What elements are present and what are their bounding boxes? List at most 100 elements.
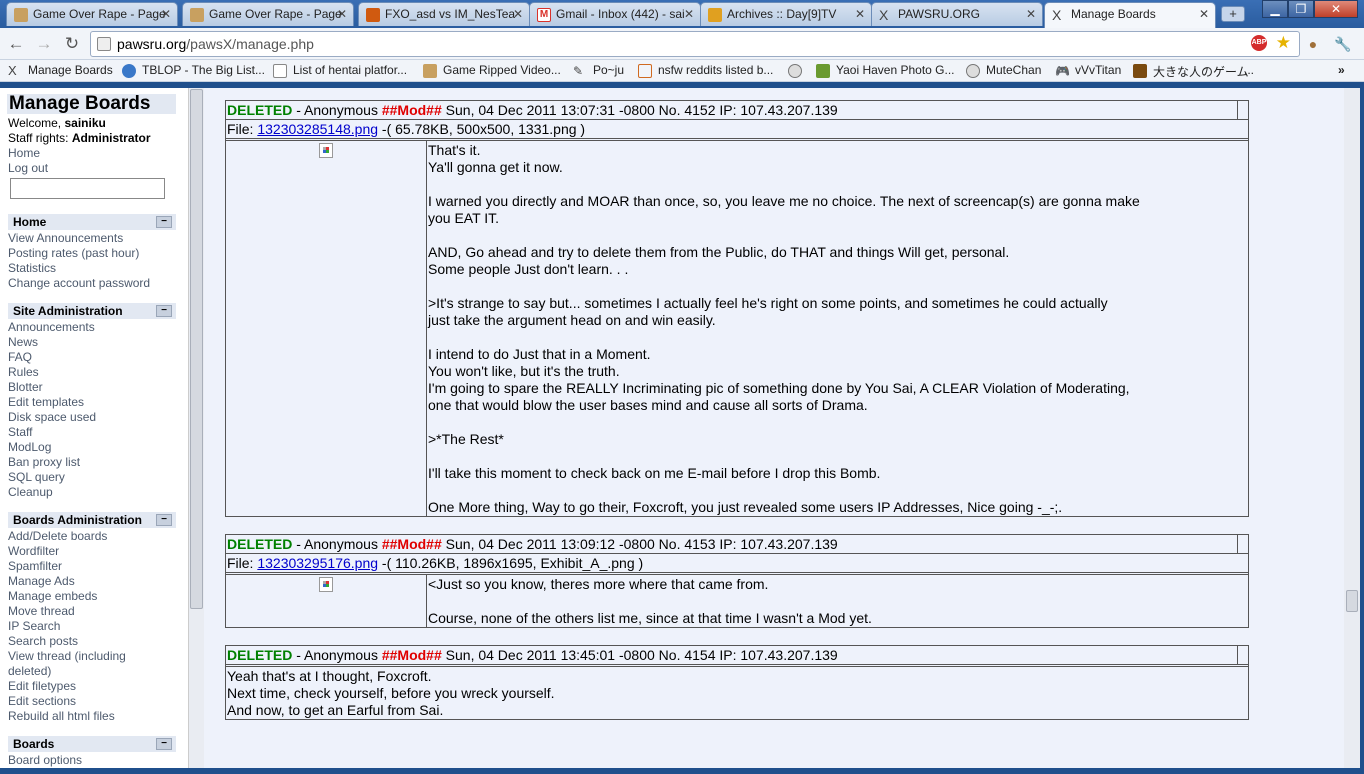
new-tab-button[interactable]: + — [1221, 6, 1245, 22]
staff-rights: Administrator — [71, 131, 151, 145]
adblock-icon[interactable]: ABP — [1251, 35, 1267, 51]
menu-link-search-posts[interactable]: Search posts — [8, 634, 78, 649]
bookmarks-chevron-icon[interactable]: » — [1338, 63, 1345, 77]
bookmark-vvvtitan[interactable]: 🎮 vVvTitan — [1055, 63, 1121, 78]
file-link[interactable]: 132303285148.png — [257, 121, 378, 137]
broken-image-icon[interactable] — [319, 143, 333, 158]
tab-pawsru[interactable]: X PAWSRU.ORG ✕ — [871, 2, 1043, 26]
menu-link-statistics[interactable]: Statistics — [8, 261, 56, 276]
gmail-icon: M — [537, 8, 551, 22]
menu-link-view-thread-deleted[interactable]: deleted) — [8, 664, 51, 679]
menu-link-rules[interactable]: Rules — [8, 365, 39, 380]
globe-icon — [122, 64, 136, 78]
menu-link-view-announcements[interactable]: View Announcements — [8, 231, 123, 246]
collapse-icon[interactable]: − — [156, 216, 172, 228]
page-icon — [273, 64, 287, 78]
section-site-administration[interactable]: Site Administration − — [8, 303, 176, 319]
logout-link[interactable]: Log out — [8, 161, 48, 176]
collapse-icon[interactable]: − — [156, 305, 172, 317]
collapse-icon[interactable]: − — [156, 738, 172, 750]
menu-link-spamfilter[interactable]: Spamfilter — [8, 559, 62, 574]
menu-scrollbar-thumb[interactable] — [190, 89, 203, 609]
bookmark-game-ripped[interactable]: Game Ripped Video... — [423, 63, 561, 78]
main-scrollbar[interactable] — [1344, 88, 1360, 768]
tab-close-icon[interactable]: ✕ — [1199, 7, 1209, 21]
tab-gmail[interactable]: M Gmail - Inbox (442) - sai ✕ — [529, 2, 701, 26]
menu-link-wordfilter[interactable]: Wordfilter — [8, 544, 59, 559]
menu-link-modlog[interactable]: ModLog — [8, 440, 51, 455]
menu-link-rebuild-html[interactable]: Rebuild all html files — [8, 709, 115, 724]
menu-link-add-delete-boards[interactable]: Add/Delete boards — [8, 529, 107, 544]
menu-link-sql-query[interactable]: SQL query — [8, 470, 65, 485]
bookmark-hentai-list[interactable]: List of hentai platfor... — [273, 63, 407, 78]
section-boards-administration[interactable]: Boards Administration − — [8, 512, 176, 528]
menu-link-edit-filetypes[interactable]: Edit filetypes — [8, 679, 76, 694]
menu-link-staff[interactable]: Staff — [8, 425, 32, 440]
menu-link-cleanup[interactable]: Cleanup — [8, 485, 53, 500]
tab-fxo-vs-im[interactable]: FXO_asd vs IM_NesTea ✕ — [358, 2, 530, 26]
menu-link-faq[interactable]: FAQ — [8, 350, 32, 365]
menu-link-edit-templates[interactable]: Edit templates — [8, 395, 84, 410]
tab-close-icon[interactable]: ✕ — [855, 7, 865, 21]
wrench-icon[interactable]: 🔧 — [1333, 34, 1353, 54]
section-home[interactable]: Home − — [8, 214, 176, 230]
broken-image-icon[interactable] — [319, 577, 333, 592]
menu-link-posting-rates[interactable]: Posting rates (past hour) — [8, 246, 139, 261]
menu-scrollbar[interactable] — [188, 88, 204, 768]
main-scrollbar-thumb[interactable] — [1346, 590, 1358, 612]
menu-link-news[interactable]: News — [8, 335, 38, 350]
address-bar[interactable]: pawsru.org/pawsX/manage.php ABP ★ — [90, 31, 1300, 57]
post-number[interactable]: No. 4152 — [659, 102, 716, 118]
minimize-button[interactable]: ▁ — [1262, 0, 1288, 18]
bookmark-nsfw-reddits[interactable]: nsfw reddits listed b... — [638, 63, 773, 78]
menu-link-ban-proxy[interactable]: Ban proxy list — [8, 455, 80, 470]
home-link[interactable]: Home — [8, 146, 40, 161]
tab-game-over-rape-1[interactable]: Game Over Rape - Page ✕ — [6, 2, 178, 26]
menu-search-input[interactable] — [10, 178, 165, 199]
bookmark-mutechan[interactable]: MuteChan — [966, 63, 1041, 78]
menu-link-ip-search[interactable]: IP Search — [8, 619, 60, 634]
bookmarks-overflow[interactable]: ... — [1244, 63, 1254, 77]
menu-link-manage-ads[interactable]: Manage Ads — [8, 574, 75, 589]
menu-link-manage-embeds[interactable]: Manage embeds — [8, 589, 97, 604]
menu-link-disk-space[interactable]: Disk space used — [8, 410, 96, 425]
bookmark-star-icon[interactable]: ★ — [1276, 33, 1291, 53]
post-4153: DELETED - Anonymous ##Mod## Sun, 04 Dec … — [225, 534, 1249, 628]
post-author: Anonymous — [304, 536, 378, 552]
bookmark-yaoi-haven[interactable]: Yaoi Haven Photo G... — [816, 63, 955, 78]
tab-manage-boards[interactable]: X Manage Boards ✕ — [1044, 2, 1216, 28]
menu-link-board-options[interactable]: Board options — [8, 753, 82, 768]
menu-link-move-thread[interactable]: Move thread — [8, 604, 75, 619]
post-number[interactable]: No. 4154 — [659, 647, 716, 663]
tab-close-icon[interactable]: ✕ — [513, 7, 523, 21]
file-link[interactable]: 132303295176.png — [257, 555, 378, 571]
window-close-button[interactable]: ✕ — [1314, 0, 1358, 18]
tab-close-icon[interactable]: ✕ — [1026, 7, 1036, 21]
tab-game-over-rape-2[interactable]: Game Over Rape - Page ✕ — [182, 2, 354, 26]
forward-arrow-icon[interactable]: → — [34, 34, 54, 54]
reload-icon[interactable]: ↻ — [62, 34, 82, 54]
menu-link-change-password[interactable]: Change account password — [8, 276, 150, 291]
menu-link-blotter[interactable]: Blotter — [8, 380, 43, 395]
post-number[interactable]: No. 4153 — [659, 536, 716, 552]
tab-close-icon[interactable]: ✕ — [161, 7, 171, 21]
menu-link-announcements[interactable]: Announcements — [8, 320, 95, 335]
menu-link-view-thread[interactable]: View thread (including — [8, 649, 126, 664]
bookmark-japanese-game[interactable]: 大きな人のゲーム — [1133, 63, 1249, 80]
cookie-icon[interactable]: ● — [1303, 34, 1323, 54]
manage-menu: Manage Boards Welcome, sainiku Staff rig… — [0, 88, 204, 768]
bookmark-tblop[interactable]: TBLOP - The Big List... — [122, 63, 265, 78]
deleted-label: DELETED — [227, 536, 293, 552]
tab-close-icon[interactable]: ✕ — [337, 7, 347, 21]
menu-link-edit-sections[interactable]: Edit sections — [8, 694, 76, 709]
back-arrow-icon[interactable]: ← — [6, 34, 26, 54]
maximize-button[interactable]: ❐ — [1288, 0, 1314, 18]
collapse-icon[interactable]: − — [156, 514, 172, 526]
tab-day9tv[interactable]: Archives :: Day[9]TV ✕ — [700, 2, 872, 26]
tab-close-icon[interactable]: ✕ — [684, 7, 694, 21]
bookmark-poju[interactable]: ✎ Po~ju — [573, 63, 624, 78]
gamepad-icon: 🎮 — [1055, 64, 1070, 78]
bookmark-manage-boards[interactable]: X Manage Boards — [8, 63, 113, 78]
section-boards[interactable]: Boards − — [8, 736, 176, 752]
welcome-line: Welcome, sainiku — [8, 116, 106, 130]
